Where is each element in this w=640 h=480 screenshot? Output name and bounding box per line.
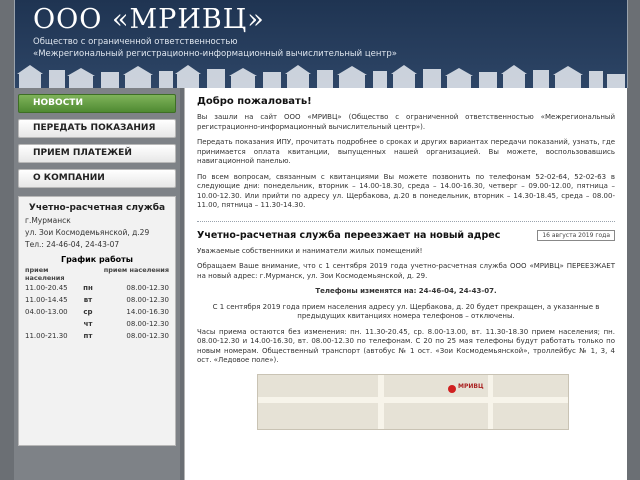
schedule-left-time: 11.00-14.45 xyxy=(25,296,68,304)
schedule-day: пн xyxy=(83,284,93,292)
service-address: ул. Зои Космодемьянской, д.29 xyxy=(25,228,150,237)
service-phones: Тел.: 24-46-04, 24-43-07 xyxy=(25,240,120,249)
news-title[interactable]: Учетно-расчетная служба переезжает на но… xyxy=(197,230,500,241)
schedule-right-time: 08.00-12.30 xyxy=(126,296,169,304)
schedule-row: 11.00-20.45 пн 08.00-12.30 xyxy=(25,282,169,294)
news-paragraph-1: Обращаем Ваше внимание, что с 1 сентября… xyxy=(197,262,615,280)
map-pin-icon[interactable] xyxy=(448,384,456,393)
main-content: Добро пожаловать! Вы зашли на сайт ООО «… xyxy=(184,88,627,480)
schedule-header: прием населения прием населения xyxy=(25,266,169,282)
menu-item-news[interactable]: НОВОСТИ xyxy=(18,94,176,113)
news-paragraph-3: Часы приема остаются без изменения: пн. … xyxy=(197,327,615,365)
service-info-panel: Учетно-расчетная служба г.Мурманск ул. З… xyxy=(18,196,176,446)
schedule-day: чт xyxy=(83,320,93,328)
schedule-row: 11.00-21.30 пт 08.00-12.30 xyxy=(25,330,169,342)
site-logo-title[interactable]: ООО «МРИВЦ» xyxy=(33,4,265,35)
schedule-row: чт 08.00-12.30 xyxy=(25,318,169,330)
schedule-title: График работы xyxy=(60,255,134,264)
news-paragraph-2: С 1 сентября 2019 года прием населения а… xyxy=(212,302,600,321)
location-map[interactable]: МРИВЦ xyxy=(257,373,569,430)
schedule-left-time: 11.00-21.30 xyxy=(25,332,68,340)
schedule-right-time: 08.00-12.30 xyxy=(126,332,169,340)
menu-item-submit-readings[interactable]: ПЕРЕДАТЬ ПОКАЗАНИЯ xyxy=(18,119,176,138)
sidebar: НОВОСТИ ПЕРЕДАТЬ ПОКАЗАНИЯ ПРИЕМ ПЛАТЕЖЕ… xyxy=(14,88,180,480)
schedule-row: 11.00-14.45 вт 08.00-12.30 xyxy=(25,294,169,306)
map-pin-label: МРИВЦ xyxy=(458,382,484,390)
welcome-title: Добро пожаловать! xyxy=(197,96,312,107)
section-divider xyxy=(197,220,615,222)
schedule-day: вт xyxy=(83,296,93,304)
site-header: ООО «МРИВЦ» Общество с ограниченной отве… xyxy=(14,0,628,88)
schedule-head-right: прием населения xyxy=(103,266,169,274)
schedule-left-time: 04.00-13.00 xyxy=(25,308,68,316)
schedule-right-time: 14.00-16.30 xyxy=(126,308,169,316)
schedule-row: 04.00-13.00 ср 14.00-16.30 xyxy=(25,306,169,318)
welcome-paragraph-2: Передать показания ИПУ, прочитать подроб… xyxy=(197,138,615,165)
news-greeting: Уважаемые собственники и наниматели жилы… xyxy=(197,246,423,255)
menu-item-payments[interactable]: ПРИЕМ ПЛАТЕЖЕЙ xyxy=(18,144,176,163)
menu-item-about[interactable]: О КОМПАНИИ xyxy=(18,169,176,188)
schedule-left-time: 11.00-20.45 xyxy=(25,284,68,292)
schedule-day: пт xyxy=(83,332,93,340)
welcome-paragraph-3: По всем вопросам, связанным с квитанциям… xyxy=(197,172,615,210)
map-road xyxy=(378,374,384,429)
schedule-head-left: прием населения xyxy=(25,266,65,282)
news-header: Учетно-расчетная служба переезжает на но… xyxy=(197,229,615,241)
schedule-day: ср xyxy=(83,308,93,316)
schedule-right-time: 08.00-12.30 xyxy=(126,320,169,328)
service-info-title: Учетно-расчетная служба xyxy=(28,203,166,213)
news-date-badge: 16 августа 2019 года xyxy=(537,229,615,241)
service-city: г.Мурманск xyxy=(25,216,71,225)
news-new-phones: Телефоны изменятся на: 24-46-04, 24-43-0… xyxy=(315,287,497,295)
schedule-left-time xyxy=(25,320,77,328)
houses-skyline-decoration xyxy=(17,65,625,88)
site-subtitle-line1: Общество с ограниченной ответственностью xyxy=(33,37,238,47)
map-road xyxy=(258,396,568,403)
site-subtitle-line2: «Межрегиональный регистрационно-информац… xyxy=(33,49,397,59)
schedule-right-time: 08.00-12.30 xyxy=(126,284,169,292)
welcome-paragraph-1: Вы зашли на сайт ООО «МРИВЦ» (Общество с… xyxy=(197,113,615,131)
map-road xyxy=(488,374,493,429)
